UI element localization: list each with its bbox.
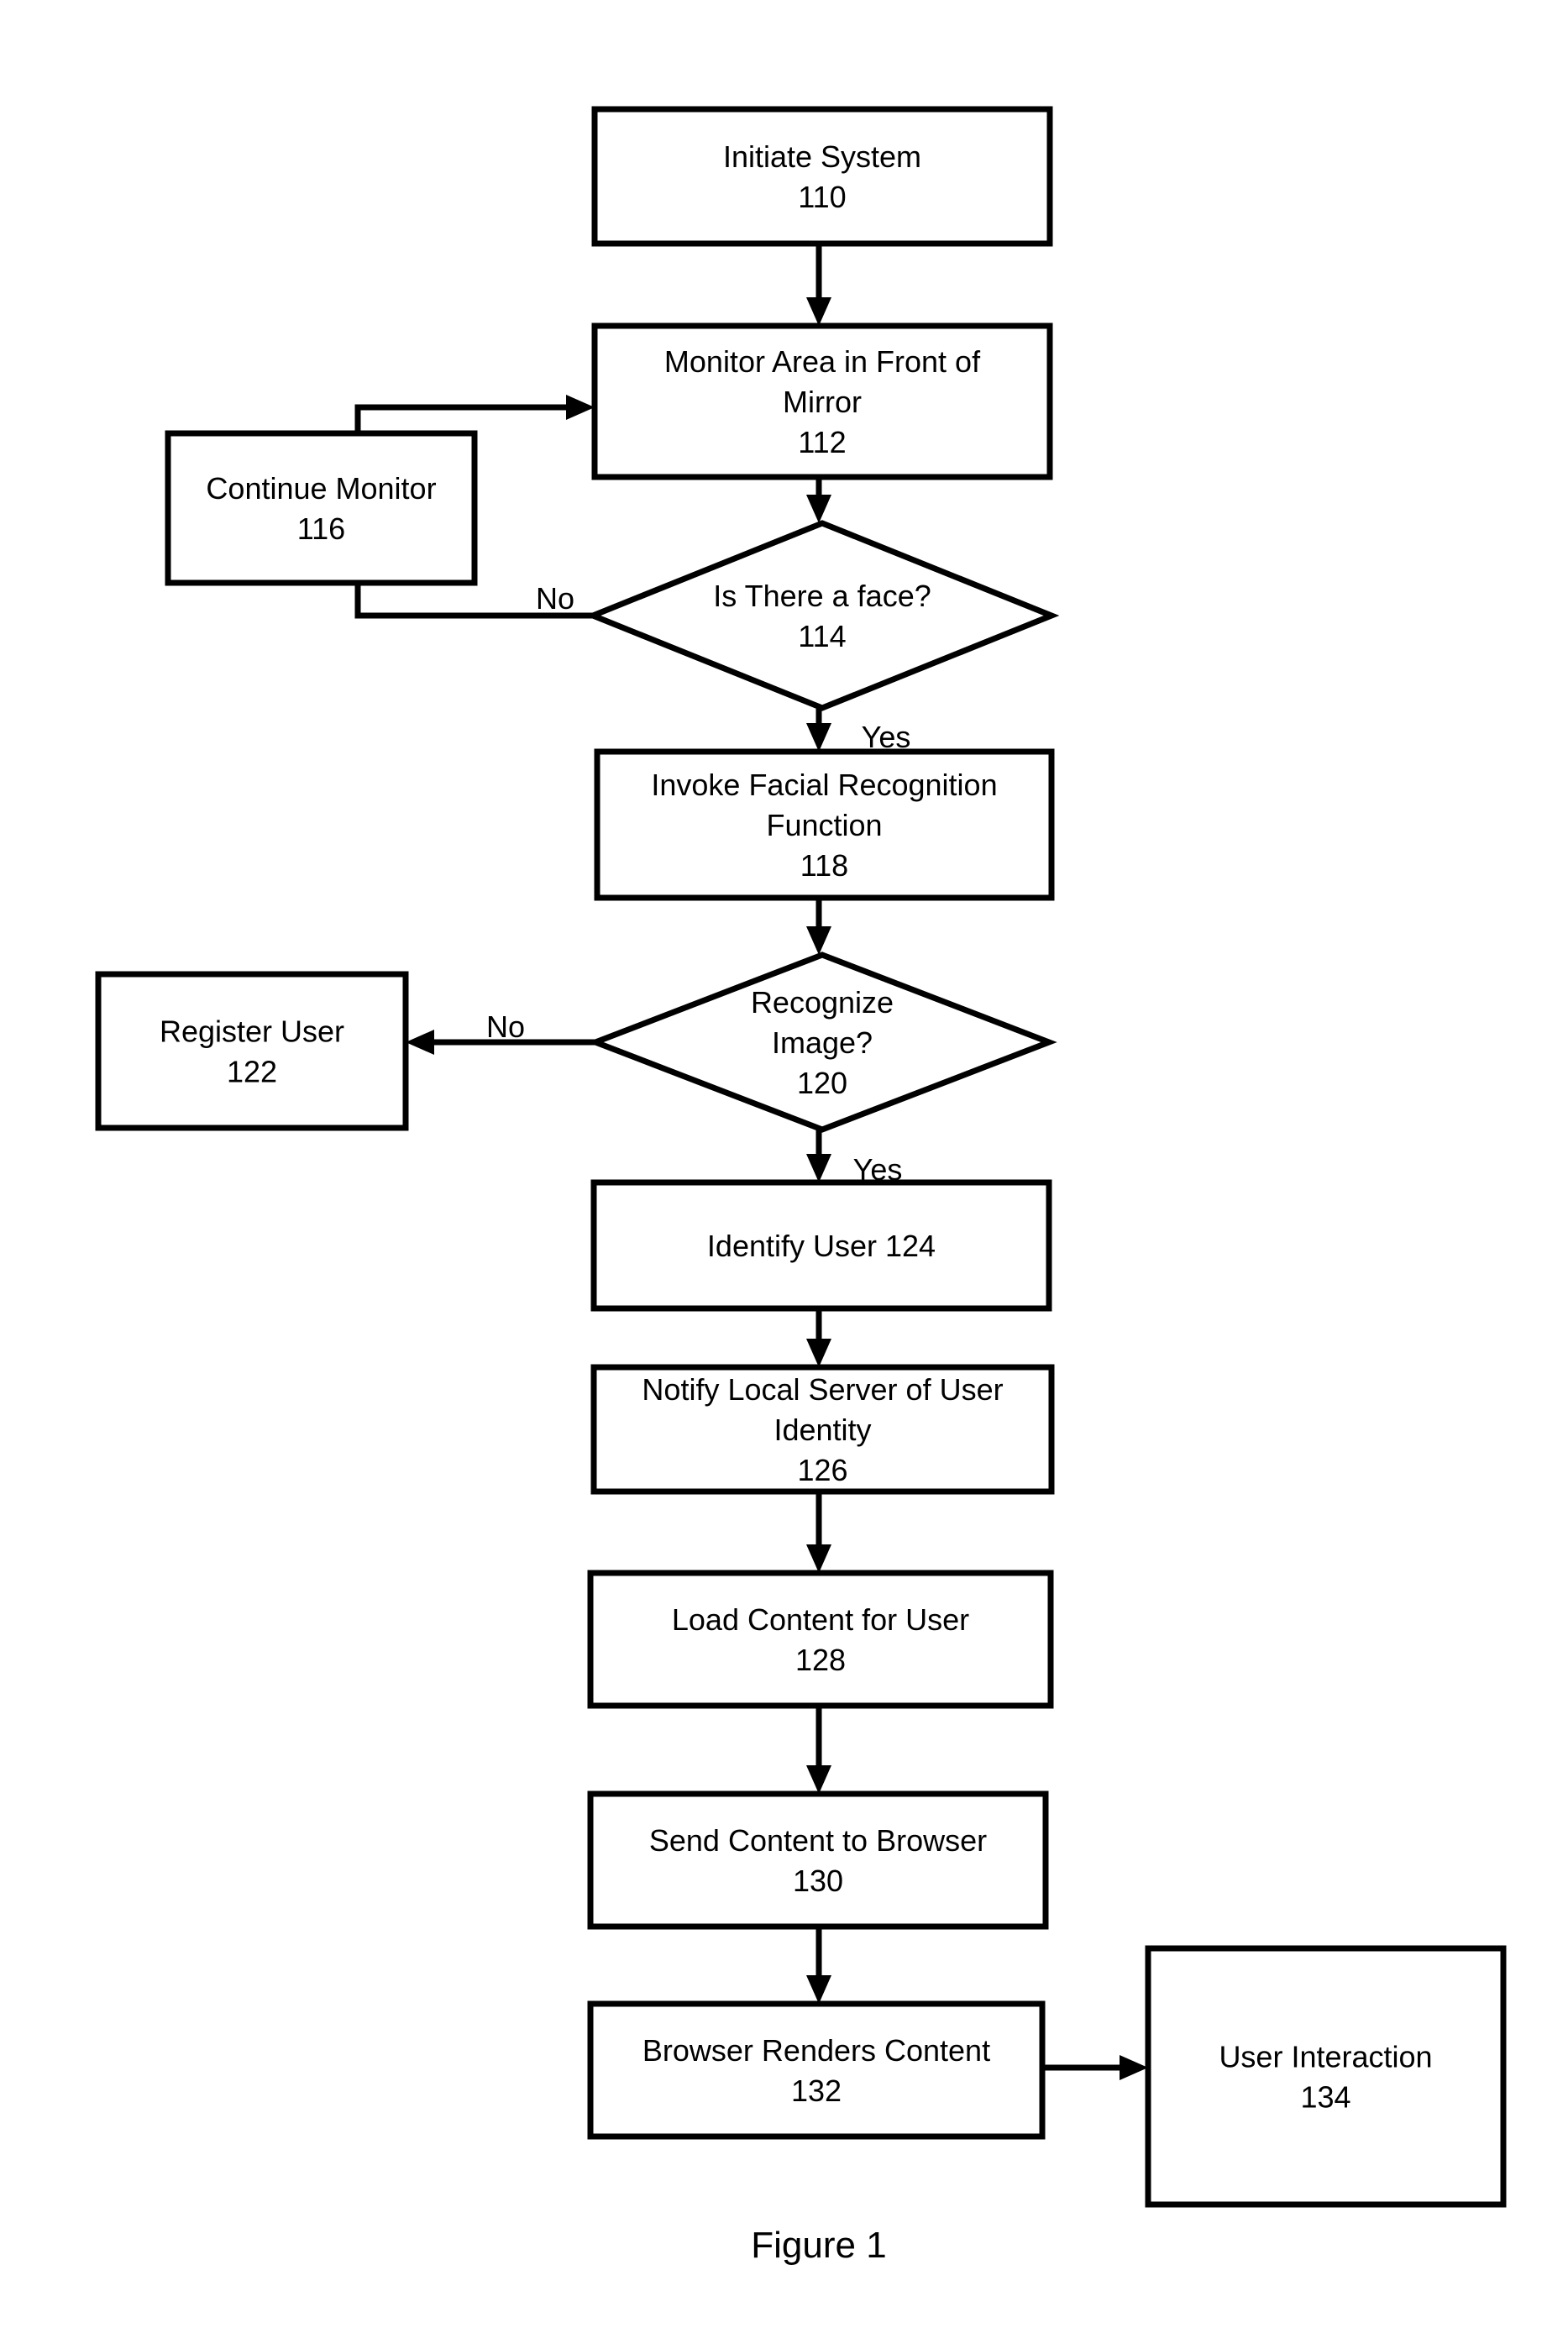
- node-label-line: Mirror: [783, 385, 862, 419]
- process-node-116: Continue Monitor 116: [165, 430, 478, 586]
- process-node-126: Notify Local Server of User Identity 126: [590, 1364, 1055, 1495]
- connector-120-124: [806, 1130, 831, 1182]
- process-node-110: Initiate System 110: [591, 106, 1053, 247]
- arrowhead-icon: [806, 495, 831, 523]
- node-label-line: Register User: [160, 1014, 344, 1049]
- arrowhead-icon: [806, 1339, 831, 1367]
- arrowhead-icon: [806, 1544, 831, 1573]
- edge-label-no: No: [486, 1009, 525, 1044]
- arrowhead-icon: [1120, 2055, 1148, 2080]
- connector-132-134: [1042, 2055, 1148, 2080]
- node-reference-number: 110: [798, 180, 846, 214]
- connector-line: [354, 404, 578, 433]
- arrowhead-icon: [806, 926, 831, 955]
- node-reference-number: 118: [800, 848, 848, 883]
- connector-128-130: [806, 1706, 831, 1794]
- node-reference-number: 120: [797, 1066, 847, 1100]
- connector-114-118: [806, 708, 831, 752]
- process-node-118: Invoke Facial Recognition Function 118: [594, 748, 1055, 901]
- decision-diamond: [585, 520, 1060, 711]
- arrowhead-icon: [806, 1975, 831, 2004]
- node-reference-number: 130: [793, 1864, 843, 1898]
- decision-node-114: Is There a face? 114: [585, 520, 1060, 711]
- node-label-line: Identify User 124: [707, 1229, 936, 1263]
- node-reference-number: 122: [227, 1055, 277, 1089]
- node-label-line: Continue Monitor: [206, 471, 436, 506]
- node-label-line: Monitor Area in Front of: [664, 344, 981, 379]
- connector-126-128: [806, 1492, 831, 1573]
- connector-124-126: [806, 1308, 831, 1367]
- process-box: [165, 430, 478, 586]
- node-label-line: Send Content to Browser: [649, 1823, 987, 1858]
- flowchart: Initiate System 110 Monitor Area in Front …: [95, 106, 1507, 2266]
- arrowhead-icon: [806, 1765, 831, 1794]
- node-label-line: Browser Renders Content: [642, 2033, 990, 2068]
- connector-118-120: [806, 898, 831, 955]
- node-label-line: User Interaction: [1219, 2040, 1432, 2074]
- node-reference-number: 114: [798, 619, 846, 653]
- node-reference-number: 134: [1300, 2080, 1350, 2115]
- node-reference-number: 116: [297, 511, 345, 546]
- process-box: [587, 1790, 1049, 1930]
- arrowhead-icon: [406, 1030, 434, 1055]
- node-reference-number: 126: [797, 1453, 847, 1487]
- process-node-130: Send Content to Browser 130: [587, 1790, 1049, 1930]
- node-label-line: Load Content for User: [672, 1602, 969, 1637]
- connector-110-112: [806, 244, 831, 326]
- edge-label-yes: Yes: [853, 1152, 903, 1187]
- node-reference-number: 128: [795, 1643, 846, 1677]
- node-label-line: Initiate System: [723, 139, 921, 174]
- arrowhead-icon: [806, 1154, 831, 1182]
- process-box: [591, 106, 1053, 247]
- decision-node-120: Recognize Image? 120: [587, 952, 1057, 1133]
- node-label-line: Identity: [774, 1413, 871, 1447]
- node-label-line: Image?: [772, 1025, 873, 1060]
- connector-130-132: [806, 1927, 831, 2004]
- edge-label-yes: Yes: [862, 720, 911, 754]
- node-reference-number: 112: [798, 425, 846, 459]
- node-reference-number: 132: [791, 2073, 842, 2108]
- process-box: [587, 2000, 1046, 2140]
- figure-caption: Figure 1: [751, 2225, 886, 2266]
- node-label-line: Function: [766, 808, 882, 842]
- process-box: [95, 971, 409, 1131]
- process-node-124: Identify User 124: [590, 1179, 1052, 1312]
- process-node-134: User Interaction 134: [1145, 1945, 1507, 2208]
- connector-112-114: [806, 477, 831, 523]
- node-label-line: Is There a face?: [713, 579, 931, 613]
- process-node-128: Load Content for User 128: [587, 1570, 1054, 1709]
- process-box: [587, 1570, 1054, 1709]
- connector-116-112: [354, 395, 595, 433]
- arrowhead-icon: [566, 395, 595, 420]
- nodes-layer: Initiate System 110 Monitor Area in Front …: [95, 106, 1507, 2208]
- process-node-122: Register User 122: [95, 971, 409, 1131]
- node-label-line: Invoke Facial Recognition: [651, 768, 997, 802]
- process-node-112: Monitor Area in Front of Mirror 112: [591, 322, 1053, 480]
- process-node-132: Browser Renders Content 132: [587, 2000, 1046, 2140]
- arrowhead-icon: [806, 297, 831, 326]
- node-label-line: Recognize: [751, 985, 894, 1020]
- process-box: [1145, 1945, 1507, 2208]
- edge-label-no: No: [536, 581, 574, 616]
- arrowhead-icon: [806, 723, 831, 752]
- node-label-line: Notify Local Server of User: [642, 1372, 1003, 1407]
